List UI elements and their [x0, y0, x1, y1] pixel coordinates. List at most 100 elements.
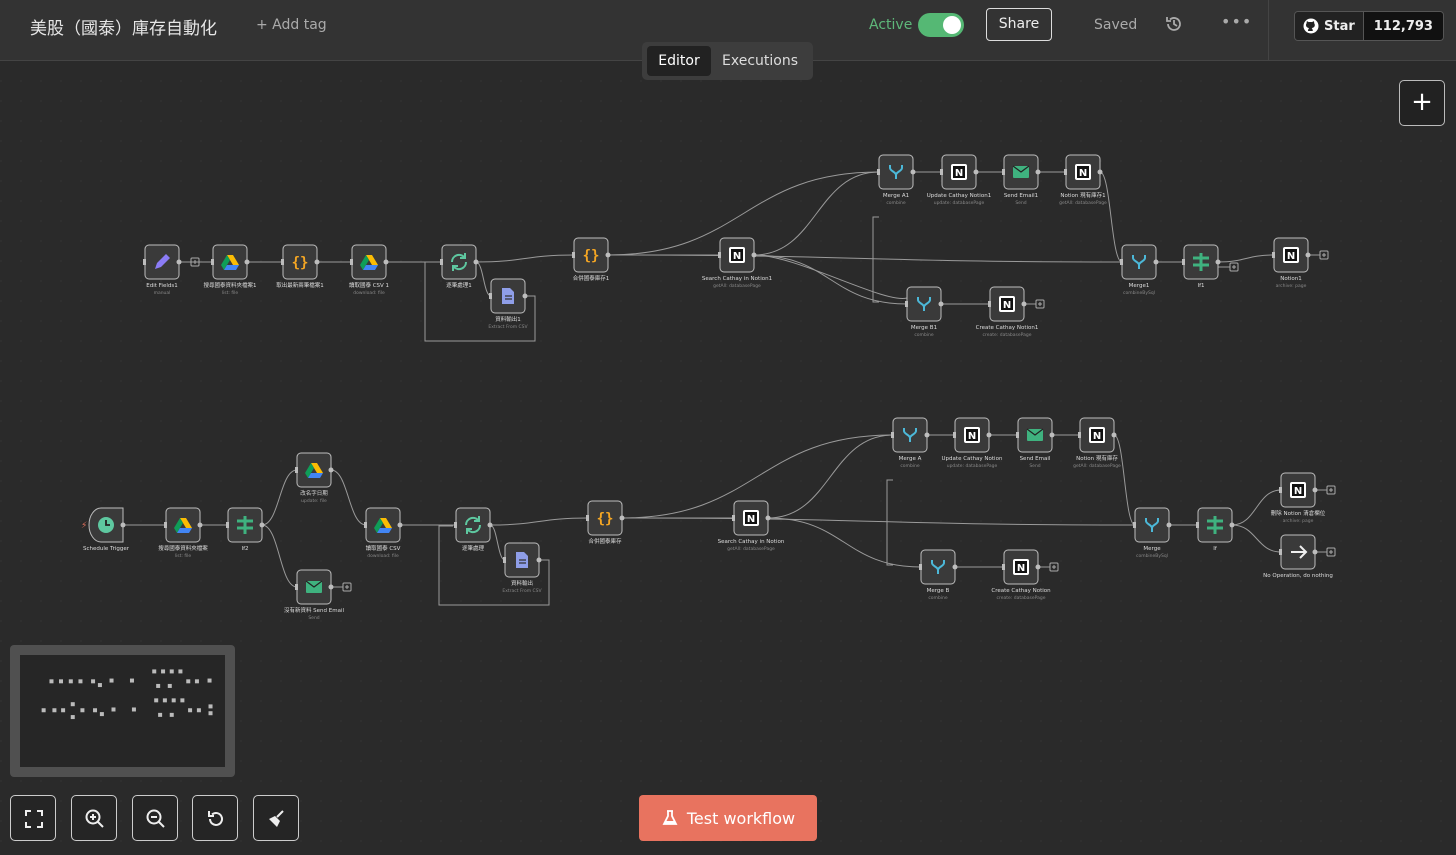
workflow-node[interactable]: Edit Fields1manual [143, 244, 182, 296]
workflow-node[interactable]: {} 合併國泰庫存 [586, 500, 625, 545]
workflow-node[interactable]: N Notion 現有庫存getAll: databasePage [1073, 417, 1121, 469]
output-port[interactable] [938, 301, 944, 307]
input-port[interactable] [489, 293, 492, 299]
input-port[interactable] [295, 467, 298, 473]
input-port[interactable] [905, 301, 908, 307]
input-port[interactable] [1078, 432, 1081, 438]
test-workflow-button[interactable]: Test workflow [639, 795, 817, 841]
output-port[interactable] [176, 259, 182, 265]
output-port[interactable] [397, 522, 403, 528]
workflow-node[interactable]: 改名字日期update: file [295, 452, 334, 504]
input-port[interactable] [988, 301, 991, 307]
output-port[interactable] [986, 432, 992, 438]
share-button[interactable]: Share [986, 8, 1052, 41]
output-port[interactable] [1049, 432, 1055, 438]
input-port[interactable] [919, 564, 922, 570]
github-star-button[interactable]: Star 112,793 [1294, 11, 1444, 41]
output-port[interactable] [924, 432, 930, 438]
output-port[interactable] [1035, 169, 1041, 175]
output-port[interactable] [383, 259, 389, 265]
input-port[interactable] [454, 522, 457, 528]
output-port[interactable] [536, 557, 542, 563]
output-port[interactable] [952, 564, 958, 570]
output-port[interactable] [1305, 252, 1311, 258]
node-subtitle: getAll: databasePage [727, 546, 775, 552]
output-port[interactable] [910, 169, 916, 175]
add-node-button[interactable]: + [1399, 80, 1445, 126]
output-port[interactable] [244, 259, 250, 265]
output-port[interactable] [1097, 169, 1103, 175]
input-port[interactable] [503, 557, 506, 563]
output-port[interactable] [197, 522, 203, 528]
output-port[interactable] [619, 515, 625, 521]
input-port[interactable] [281, 259, 284, 265]
workflow-node[interactable]: 讀取國泰 CSV 1download: file [349, 244, 389, 296]
input-port[interactable] [572, 252, 575, 258]
input-port[interactable] [226, 522, 229, 528]
output-port[interactable] [1312, 487, 1318, 493]
input-port[interactable] [364, 522, 367, 528]
workflow-node[interactable]: Send EmailSend [1016, 417, 1055, 469]
minimap[interactable] [10, 645, 235, 777]
output-port[interactable] [1166, 522, 1172, 528]
output-port[interactable] [259, 522, 265, 528]
output-port[interactable] [1229, 522, 1235, 528]
input-port[interactable] [1182, 259, 1185, 265]
workflow-node[interactable]: Send Email1Send [1002, 154, 1041, 206]
input-port[interactable] [164, 522, 167, 528]
input-port[interactable] [586, 515, 589, 521]
output-port[interactable] [1153, 259, 1159, 265]
output-port[interactable] [751, 252, 757, 258]
output-port[interactable] [1215, 259, 1221, 265]
input-port[interactable] [211, 259, 214, 265]
output-port[interactable] [120, 522, 126, 528]
active-toggle[interactable] [918, 13, 964, 37]
input-port[interactable] [732, 515, 735, 521]
zoom-in-button[interactable] [71, 795, 117, 841]
fit-view-button[interactable] [10, 795, 56, 841]
workflow-title[interactable]: 美股（國泰）庫存自動化 [30, 14, 217, 39]
input-port[interactable] [1196, 522, 1199, 528]
output-port[interactable] [328, 584, 334, 590]
output-port[interactable] [314, 259, 320, 265]
output-port[interactable] [1111, 432, 1117, 438]
input-port[interactable] [1279, 487, 1282, 493]
output-port[interactable] [328, 467, 334, 473]
input-port[interactable] [1016, 432, 1019, 438]
reset-zoom-button[interactable] [192, 795, 238, 841]
output-port[interactable] [765, 515, 771, 521]
output-port[interactable] [1312, 549, 1318, 555]
input-port[interactable] [1002, 564, 1005, 570]
input-port[interactable] [295, 584, 298, 590]
input-port[interactable] [440, 259, 443, 265]
zoom-out-button[interactable] [132, 795, 178, 841]
add-tag-button[interactable]: + Add tag [256, 17, 327, 33]
workflow-node[interactable]: N Notion 現有庫存1getAll: databasePage [1059, 154, 1107, 206]
input-port[interactable] [940, 169, 943, 175]
input-port[interactable] [1064, 169, 1067, 175]
input-port[interactable] [350, 259, 353, 265]
input-port[interactable] [891, 432, 894, 438]
output-port[interactable] [1035, 564, 1041, 570]
tidy-up-button[interactable] [253, 795, 299, 841]
input-port[interactable] [1002, 169, 1005, 175]
input-port[interactable] [1120, 259, 1123, 265]
workflow-node[interactable]: {} 取出最新兩筆檔案1 [276, 244, 324, 289]
history-icon[interactable] [1164, 14, 1184, 34]
output-port[interactable] [1021, 301, 1027, 307]
input-port[interactable] [1279, 549, 1282, 555]
workflow-node[interactable]: 讀取國泰 CSVdownload: file [364, 507, 403, 559]
input-port[interactable] [1272, 252, 1275, 258]
input-port[interactable] [143, 259, 146, 265]
output-port[interactable] [473, 259, 479, 265]
input-port[interactable] [1133, 522, 1136, 528]
workflow-node[interactable]: {} 合併國泰庫存1 [572, 237, 611, 282]
output-port[interactable] [605, 252, 611, 258]
input-port[interactable] [877, 169, 880, 175]
input-port[interactable] [718, 252, 721, 258]
output-port[interactable] [487, 522, 493, 528]
output-port[interactable] [522, 293, 528, 299]
input-port[interactable] [953, 432, 956, 438]
more-options-icon[interactable]: ••• [1221, 12, 1252, 31]
output-port[interactable] [973, 169, 979, 175]
